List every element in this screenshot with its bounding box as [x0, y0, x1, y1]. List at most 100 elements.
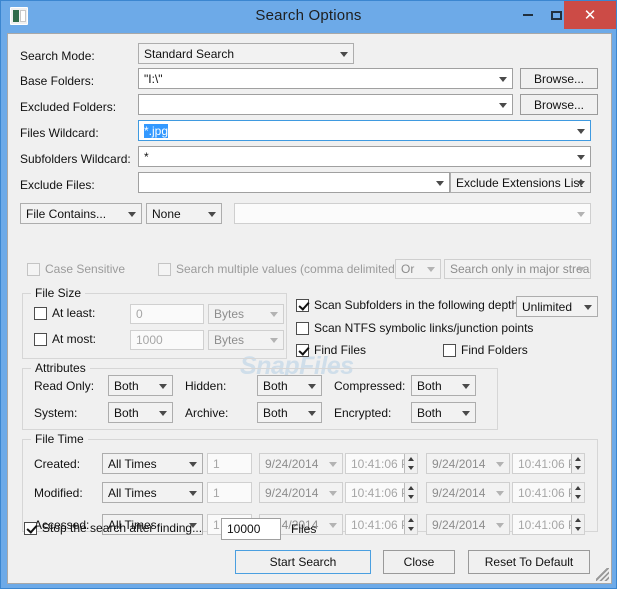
- modified-to-date-value: 9/24/2014: [432, 485, 486, 500]
- contains-type-combo[interactable]: None: [146, 203, 222, 224]
- find-files-checkbox[interactable]: Find Files: [296, 343, 366, 357]
- contains-type-value: None: [152, 206, 181, 221]
- modified-to-date-combo[interactable]: 9/24/2014: [426, 482, 510, 503]
- chevron-down-icon: [308, 410, 316, 416]
- search-mode-combo[interactable]: Standard Search: [138, 43, 354, 64]
- base-folders-browse-button[interactable]: Browse...: [520, 68, 598, 89]
- system-combo[interactable]: Both: [108, 402, 173, 423]
- dialog-client-area: SnapFiles Search Mode: Standard Search B…: [7, 33, 612, 584]
- chevron-down-icon: [462, 410, 470, 416]
- modified-to-time-input[interactable]: 10:41:06 P: [512, 482, 585, 503]
- at-least-label: At least:: [52, 306, 96, 320]
- stop-search-count-input[interactable]: 10000: [221, 518, 281, 540]
- multiple-values-checkbox[interactable]: Search multiple values (comma delimited): [158, 262, 399, 276]
- file-size-group-title: File Size: [31, 286, 86, 300]
- search-mode-value: Standard Search: [144, 46, 235, 61]
- chevron-down-icon: [208, 211, 216, 217]
- chevron-down-icon: [308, 383, 316, 389]
- scan-subfolders-checkbox[interactable]: Scan Subfolders in the following depth:: [296, 298, 521, 312]
- scan-ntfs-links-checkbox[interactable]: Scan NTFS symbolic links/junction points: [296, 321, 533, 335]
- maximize-icon: [550, 10, 562, 20]
- find-files-label: Find Files: [314, 343, 367, 357]
- chevron-down-icon: [189, 490, 197, 496]
- chevron-down-icon: [584, 304, 592, 310]
- chevron-down-icon: [577, 211, 585, 217]
- subfolders-wildcard-label: Subfolders Wildcard:: [20, 152, 131, 166]
- created-to-time-input[interactable]: 10:41:06 P: [512, 453, 585, 474]
- created-from-time-spinner[interactable]: [404, 454, 417, 473]
- chevron-down-icon: [159, 383, 167, 389]
- title-bar[interactable]: Search Options ✕: [1, 1, 616, 31]
- exclude-files-combo[interactable]: [138, 172, 450, 193]
- accessed-from-time-spinner[interactable]: [404, 515, 417, 534]
- minimize-icon: [523, 14, 533, 16]
- excluded-folders-combo[interactable]: [138, 94, 513, 115]
- encrypted-combo[interactable]: Both: [411, 402, 476, 423]
- subfolders-wildcard-value: *: [144, 149, 149, 164]
- chevron-down-icon: [496, 461, 504, 467]
- hidden-combo[interactable]: Both: [257, 375, 322, 396]
- accessed-to-date-combo[interactable]: 9/24/2014: [426, 514, 510, 535]
- excluded-folders-browse-button[interactable]: Browse...: [520, 94, 598, 115]
- read-only-combo[interactable]: Both: [108, 375, 173, 396]
- reset-to-default-button[interactable]: Reset To Default: [468, 550, 590, 574]
- base-folders-combo[interactable]: "I:\": [138, 68, 513, 89]
- case-sensitive-checkbox[interactable]: Case Sensitive: [27, 262, 125, 276]
- stop-search-checkbox[interactable]: Stop the search after finding...: [24, 521, 202, 535]
- checkbox-box: [296, 298, 309, 312]
- created-from-time-input[interactable]: 10:41:06 P: [345, 453, 418, 474]
- compressed-combo[interactable]: Both: [411, 375, 476, 396]
- encrypted-value: Both: [417, 405, 442, 420]
- operator-combo[interactable]: Or: [395, 259, 441, 279]
- checkbox-box: [27, 262, 40, 276]
- at-most-value-input[interactable]: 1000: [130, 330, 204, 350]
- minimize-button[interactable]: [514, 1, 542, 29]
- accessed-from-time-value: 10:41:06 P: [351, 517, 410, 532]
- modified-from-date-combo[interactable]: 9/24/2014: [259, 482, 343, 503]
- created-to-time-spinner[interactable]: [571, 454, 584, 473]
- created-to-date-combo[interactable]: 9/24/2014: [426, 453, 510, 474]
- subfolders-wildcard-combo[interactable]: *: [138, 146, 591, 167]
- created-mode-combo[interactable]: All Times: [102, 453, 203, 474]
- files-wildcard-combo[interactable]: *.jpg: [138, 120, 591, 141]
- at-least-unit-combo[interactable]: Bytes: [208, 304, 284, 324]
- contains-text-combo[interactable]: [234, 203, 591, 224]
- accessed-to-time-input[interactable]: 10:41:06 P: [512, 514, 585, 535]
- exclude-extensions-list-combo[interactable]: Exclude Extensions List: [450, 172, 591, 193]
- checkbox-box: [34, 332, 47, 346]
- modified-to-time-spinner[interactable]: [571, 483, 584, 502]
- created-amount-input[interactable]: 1: [207, 453, 252, 474]
- start-search-button[interactable]: Start Search: [235, 550, 371, 574]
- at-most-checkbox[interactable]: At most:: [34, 332, 96, 346]
- chevron-down-icon: [577, 267, 585, 272]
- at-most-unit-combo[interactable]: Bytes: [208, 330, 284, 350]
- scan-subfolders-label: Scan Subfolders in the following depth:: [314, 298, 522, 312]
- modified-from-time-spinner[interactable]: [404, 483, 417, 502]
- at-least-checkbox[interactable]: At least:: [34, 306, 95, 320]
- close-dialog-button[interactable]: Close: [383, 550, 455, 574]
- close-button[interactable]: ✕: [564, 1, 616, 29]
- exclude-extensions-list-value: Exclude Extensions List: [456, 175, 583, 190]
- chevron-down-icon: [577, 128, 585, 134]
- modified-amount-input[interactable]: 1: [207, 482, 252, 503]
- at-least-value-input[interactable]: 0: [130, 304, 204, 324]
- modified-from-time-input[interactable]: 10:41:06 P: [345, 482, 418, 503]
- checkbox-box: [443, 343, 456, 357]
- accessed-to-time-spinner[interactable]: [571, 515, 584, 534]
- archive-combo[interactable]: Both: [257, 402, 322, 423]
- chevron-down-icon: [340, 51, 348, 57]
- base-folders-label: Base Folders:: [20, 74, 95, 88]
- files-unit-label: Files: [291, 522, 317, 536]
- find-folders-checkbox[interactable]: Find Folders: [443, 343, 528, 357]
- scan-depth-combo[interactable]: Unlimited: [516, 296, 598, 317]
- chevron-down-icon: [329, 522, 337, 528]
- find-folders-label: Find Folders: [461, 343, 528, 357]
- created-from-date-combo[interactable]: 9/24/2014: [259, 453, 343, 474]
- contains-mode-combo[interactable]: File Contains...: [20, 203, 142, 224]
- checkbox-box: [296, 321, 309, 335]
- accessed-from-time-input[interactable]: 10:41:06 P: [345, 514, 418, 535]
- modified-mode-combo[interactable]: All Times: [102, 482, 203, 503]
- at-most-label: At most:: [52, 332, 97, 346]
- resize-grip[interactable]: [596, 568, 609, 581]
- stream-scope-combo[interactable]: Search only in major strea: [444, 259, 591, 279]
